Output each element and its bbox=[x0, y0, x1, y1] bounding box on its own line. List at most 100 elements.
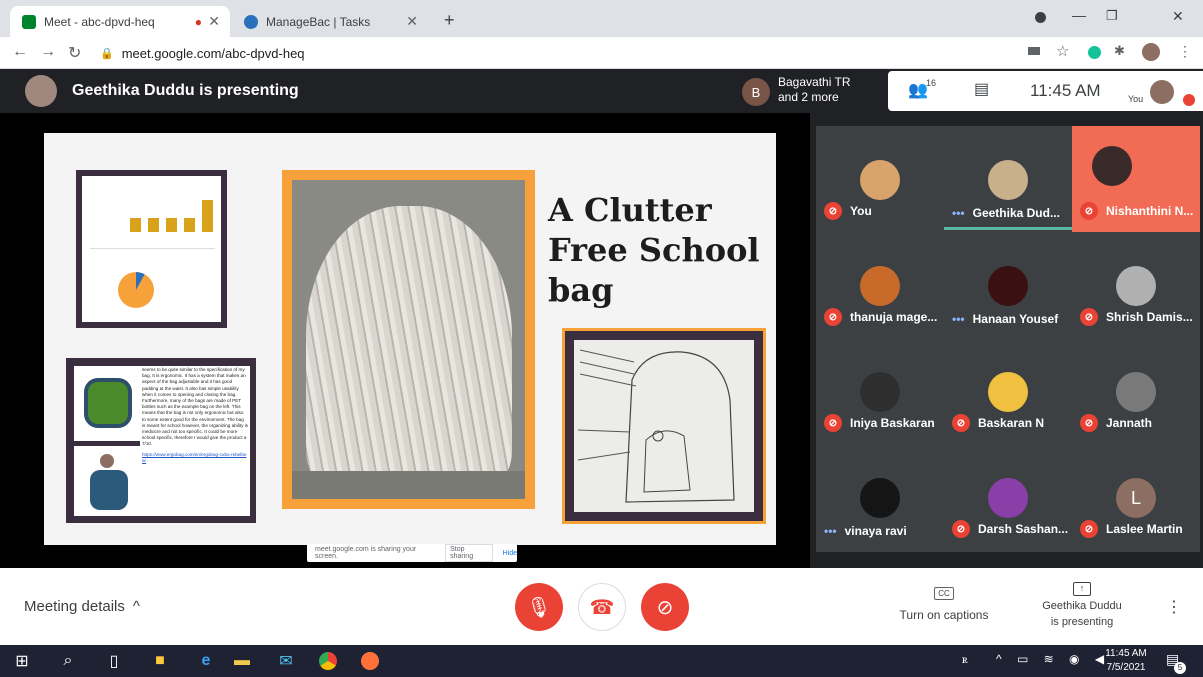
speaking-icon: ••• bbox=[952, 206, 965, 220]
tab-managebac[interactable]: ManageBac | Tasks ✕ bbox=[232, 6, 428, 37]
meeting-details-label: Meeting details bbox=[24, 598, 125, 615]
leave-call-button[interactable]: ☎ bbox=[578, 583, 626, 631]
slide-title: A Clutter Free School bag bbox=[548, 190, 760, 310]
window-close-icon[interactable]: ✕ bbox=[1172, 8, 1184, 25]
participant-tile[interactable]: ⊘ thanuja mage... bbox=[816, 232, 944, 338]
participant-tile[interactable]: ⊘ You bbox=[816, 126, 944, 232]
speaking-icon: ••• bbox=[952, 312, 965, 326]
stop-sharing-button[interactable]: Stop sharing bbox=[445, 544, 493, 562]
profile-icon[interactable] bbox=[1035, 12, 1046, 23]
tab-title: Meet - abc-dpvd-heq bbox=[44, 14, 155, 29]
close-icon[interactable]: ✕ bbox=[406, 13, 418, 30]
participant-tile[interactable]: ⊘ Baskaran N bbox=[944, 338, 1072, 444]
participant-tile[interactable]: ⊘ Nishanthini N... bbox=[1072, 126, 1200, 232]
avatar bbox=[860, 372, 900, 412]
people-tray-icon[interactable]: ꭱ bbox=[962, 652, 968, 667]
chrome-icon[interactable] bbox=[318, 651, 338, 671]
mail-icon[interactable]: ✉ bbox=[276, 651, 296, 671]
task-view-icon[interactable]: ▯ bbox=[104, 651, 124, 671]
more-options-icon[interactable]: ⋮ bbox=[1166, 597, 1182, 617]
participant-tile[interactable]: ⊘ Jannath bbox=[1072, 338, 1200, 444]
participant-name-row: ⊘ Nishanthini N... bbox=[1080, 202, 1193, 220]
bag-sketch-image bbox=[574, 340, 754, 512]
system-tray-icons[interactable]: ^ ▭ ≋ ◉ ◀ bbox=[996, 652, 1110, 666]
mic-off-icon: ⊘ bbox=[1080, 414, 1098, 432]
store-icon[interactable]: ■ bbox=[150, 651, 170, 671]
taskbar-clock[interactable]: 11:45 AM 7/5/2021 bbox=[1100, 647, 1152, 675]
participant-name: Hanaan Yousef bbox=[972, 312, 1059, 326]
recording-icon: ● bbox=[194, 14, 202, 29]
participant-name: Laslee Martin bbox=[1106, 522, 1183, 536]
active-speaker-indicator bbox=[944, 227, 1072, 230]
grammarly-icon[interactable] bbox=[1088, 46, 1101, 59]
participant-name: Geethika Dud... bbox=[972, 206, 1060, 220]
url-field[interactable]: 🔒 meet.google.com/abc-dpvd-heq bbox=[100, 41, 1000, 65]
participant-name-row: ⊘ Laslee Martin bbox=[1080, 520, 1183, 538]
participant-tile[interactable]: ••• vinaya ravi bbox=[816, 444, 944, 550]
participant-name-row: ⊘ Baskaran N bbox=[952, 414, 1044, 432]
review-text: seems to be quite similar to the specifi… bbox=[140, 366, 250, 516]
review-paragraph: seems to be quite similar to the specifi… bbox=[142, 367, 248, 447]
close-icon[interactable]: ✕ bbox=[208, 13, 220, 30]
mic-off-icon: ⊘ bbox=[952, 520, 970, 538]
participant-name-row: ••• Hanaan Yousef bbox=[952, 312, 1058, 326]
notification-count: 5 bbox=[1174, 662, 1186, 674]
tab-title: ManageBac | Tasks bbox=[266, 14, 371, 29]
menu-icon[interactable]: ⋮ bbox=[1178, 43, 1192, 60]
captions-label: Turn on captions bbox=[899, 608, 989, 622]
presenting-title: Geethika Duddu is presenting bbox=[72, 82, 299, 99]
camera-off-icon: ⊘ bbox=[656, 596, 674, 619]
captions-button[interactable]: CC Turn on captions bbox=[898, 585, 990, 622]
restore-icon[interactable]: ❐ bbox=[1106, 8, 1118, 24]
mic-toggle-button[interactable]: 🎙 bbox=[515, 583, 563, 631]
forward-icon[interactable]: → bbox=[40, 43, 56, 61]
mic-off-icon: ⊘ bbox=[824, 308, 842, 326]
participant-tile[interactable]: ⊘ Darsh Sashan... bbox=[944, 444, 1072, 550]
avatar bbox=[1116, 266, 1156, 306]
mic-off-icon: ⊘ bbox=[1080, 202, 1098, 220]
windows-start-icon[interactable]: ⊞ bbox=[12, 651, 32, 671]
managebac-icon bbox=[244, 14, 258, 29]
firefox-icon[interactable] bbox=[360, 651, 380, 671]
participant-name: Nishanthini N... bbox=[1106, 204, 1194, 218]
slide-title-line: bag bbox=[548, 271, 614, 309]
participant-tile[interactable]: L ⊘ Laslee Martin bbox=[1072, 444, 1200, 550]
avatar bbox=[988, 266, 1028, 306]
chevron-up-icon: ^ bbox=[132, 598, 140, 615]
host-info[interactable]: Bagavathi TR and 2 more bbox=[778, 75, 851, 105]
reload-icon[interactable]: ↻ bbox=[68, 43, 81, 63]
tab-meet[interactable]: Meet - abc-dpvd-heq ● ✕ bbox=[10, 6, 230, 37]
star-icon[interactable]: ☆ bbox=[1056, 42, 1069, 60]
file-explorer-icon[interactable]: ▬ bbox=[232, 651, 252, 671]
new-tab-button[interactable]: + bbox=[444, 10, 455, 31]
participant-name-row: ⊘ Jannath bbox=[1080, 414, 1152, 432]
avatar[interactable] bbox=[1142, 43, 1160, 61]
host-avatar: B bbox=[742, 78, 770, 106]
presentation-button[interactable]: ↑ Geethika Duddu is presenting bbox=[1032, 580, 1132, 630]
camera-toggle-button[interactable]: ⊘ bbox=[641, 583, 689, 631]
hide-button[interactable]: Hide bbox=[503, 550, 517, 557]
extensions-icon[interactable]: ✱ bbox=[1114, 43, 1125, 59]
meeting-details-button[interactable]: Meeting details ^ bbox=[24, 598, 140, 615]
review-link[interactable]: https://www.ergobag.com/en/ergobag-cubo-… bbox=[142, 452, 248, 464]
participant-tile[interactable]: ⊘ Iniya Baskaran bbox=[816, 338, 944, 444]
participant-name-row: ••• Geethika Dud... bbox=[952, 206, 1060, 220]
speaking-icon: ••• bbox=[824, 524, 837, 538]
participant-name-row: ⊘ thanuja mage... bbox=[824, 308, 937, 326]
mic-off-icon: ⊘ bbox=[1080, 308, 1098, 326]
minimize-icon[interactable]: — bbox=[1072, 7, 1086, 23]
search-icon[interactable]: ⌕ bbox=[58, 651, 78, 671]
captions-icon: CC bbox=[934, 587, 954, 600]
edge-icon[interactable]: e bbox=[196, 651, 216, 671]
participant-tile[interactable]: ••• Hanaan Yousef bbox=[944, 232, 1072, 338]
chart-image bbox=[82, 176, 221, 322]
back-icon[interactable]: ← bbox=[12, 43, 28, 61]
mic-off-icon bbox=[1183, 94, 1195, 106]
avatar bbox=[1116, 372, 1156, 412]
mic-off-icon: ⊘ bbox=[952, 414, 970, 432]
participant-tile[interactable]: ⊘ Shrish Damis... bbox=[1072, 232, 1200, 338]
camera-icon[interactable] bbox=[1028, 47, 1040, 55]
participant-tile[interactable]: ••• Geethika Dud... bbox=[944, 126, 1072, 232]
chat-icon[interactable]: ▤ bbox=[974, 79, 989, 99]
people-icon[interactable]: 👥 bbox=[908, 80, 928, 100]
